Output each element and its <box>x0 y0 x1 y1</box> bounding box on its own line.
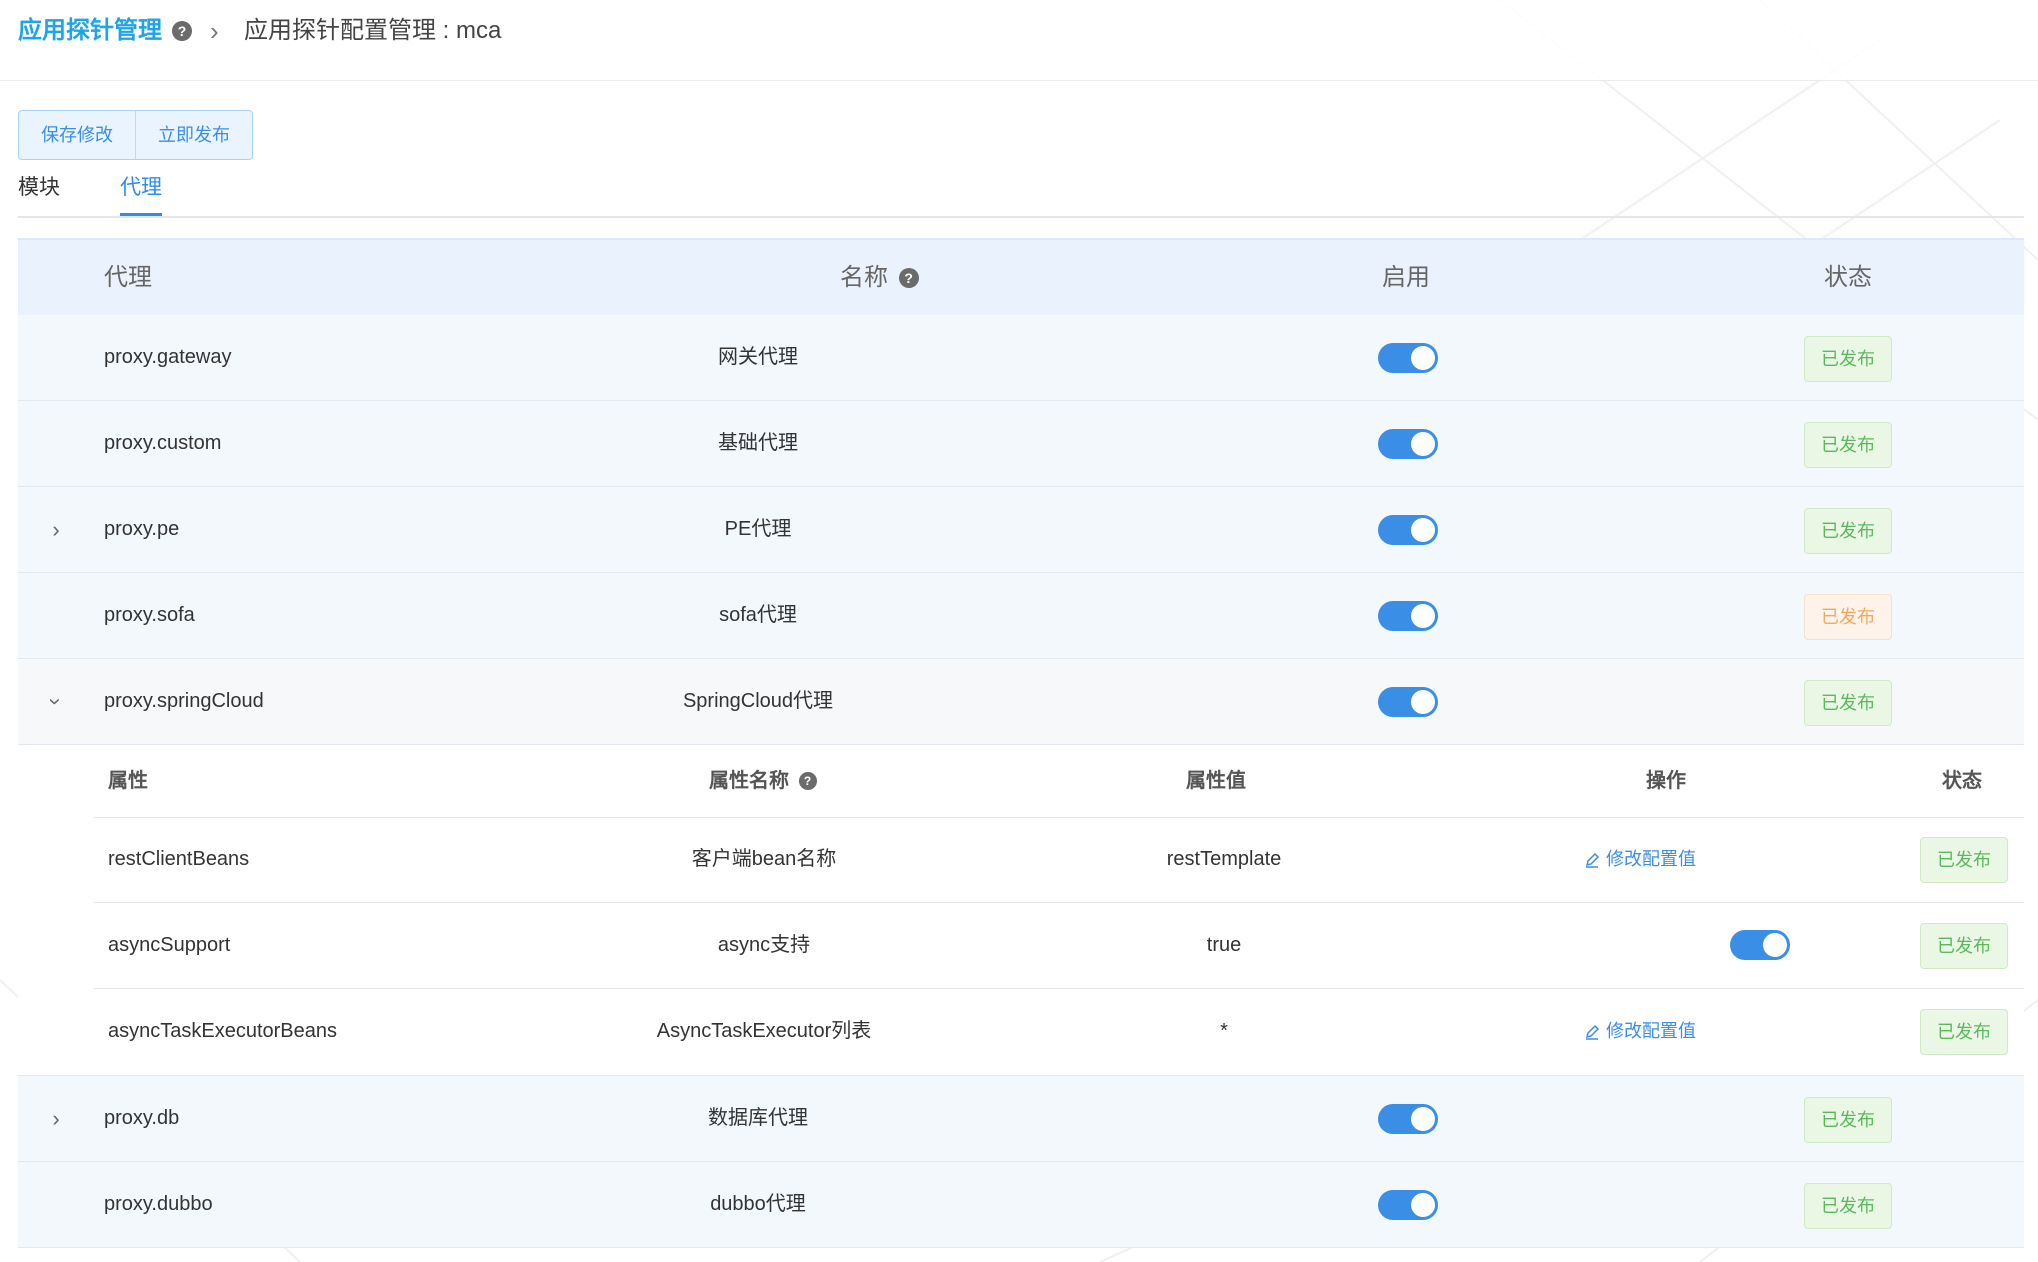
attribute-row: restClientBeans 客户端bean名称 restTemplate 修… <box>94 817 2024 903</box>
table-row[interactable]: proxy.custom 基础代理 已发布 <box>18 401 2024 487</box>
enable-toggle[interactable] <box>1378 343 1438 373</box>
table-row[interactable]: › proxy.pe PE代理 已发布 <box>18 487 2024 573</box>
tab-module[interactable]: 模块 <box>18 172 60 204</box>
save-button[interactable]: 保存修改 <box>19 111 135 159</box>
column-header-operation: 操作 <box>1646 770 1686 792</box>
proxy-key: proxy.custom <box>104 432 222 454</box>
proxy-name: dubbo代理 <box>710 1193 806 1215</box>
attribute-key: restClientBeans <box>108 848 250 870</box>
proxy-key: proxy.db <box>104 1107 180 1129</box>
tab-proxy[interactable]: 代理 <box>120 172 162 216</box>
proxy-name: SpringCloud代理 <box>682 690 834 712</box>
proxy-name: sofa代理 <box>719 604 797 626</box>
async-support-toggle[interactable] <box>1730 930 1790 960</box>
attribute-row: asyncSupport async支持 true 已发布 <box>94 903 2024 989</box>
pencil-icon <box>1585 1025 1600 1040</box>
question-circle-icon[interactable]: ? <box>898 268 919 288</box>
proxy-table: 代理 名称 ? 启用 状态 proxy.gateway 网关代理 已发布 pro… <box>18 238 2024 1248</box>
enable-toggle[interactable] <box>1378 1190 1438 1220</box>
edit-config-link[interactable]: 修改配置值 <box>1584 817 1696 902</box>
pencil-icon <box>1585 853 1600 868</box>
toolbar: 保存修改 立即发布 <box>18 110 253 160</box>
status-badge: 已发布 <box>1804 1183 1892 1229</box>
proxy-key: proxy.sofa <box>104 604 195 626</box>
breadcrumb-current: 应用探针配置管理 : mca <box>244 17 502 44</box>
table-row[interactable]: proxy.dubbo dubbo代理 已发布 <box>18 1162 2024 1248</box>
publish-button[interactable]: 立即发布 <box>135 111 252 159</box>
status-badge: 已发布 <box>1920 837 2008 883</box>
table-row[interactable]: proxy.sofa sofa代理 已发布 <box>18 573 2024 659</box>
column-header-enabled: 启用 <box>1382 264 1430 291</box>
chevron-down-icon[interactable]: › <box>14 692 99 712</box>
edit-config-link[interactable]: 修改配置值 <box>1584 989 1696 1074</box>
status-badge: 已发布 <box>1804 336 1892 382</box>
enable-toggle[interactable] <box>1378 429 1438 459</box>
table-row[interactable]: proxy.gateway 网关代理 已发布 <box>18 315 2024 401</box>
question-circle-icon[interactable]: ? <box>172 21 192 41</box>
enable-toggle[interactable] <box>1378 601 1438 631</box>
proxy-key: proxy.dubbo <box>104 1193 213 1215</box>
column-header-attr-name: 属性名称 ? <box>709 745 817 817</box>
chevron-right-icon: › <box>210 16 219 46</box>
active-tab-indicator <box>120 213 162 216</box>
column-header-sub-status: 状态 <box>1942 770 1982 792</box>
attribute-subtable: 属性 属性名称 ? 属性值 操作 状态 restClientBeans 客户端b… <box>18 745 2024 1076</box>
enable-toggle[interactable] <box>1378 1104 1438 1134</box>
attribute-key: asyncTaskExecutorBeans <box>108 1020 338 1042</box>
attribute-key: asyncSupport <box>108 934 231 956</box>
column-header-attr: 属性 <box>108 770 148 792</box>
proxy-key: proxy.gateway <box>104 346 232 368</box>
status-badge: 已发布 <box>1804 508 1892 554</box>
subtable-header: 属性 属性名称 ? 属性值 操作 状态 <box>94 745 2024 818</box>
column-header-name: 名称 ? <box>840 240 919 315</box>
edit-config-label: 修改配置值 <box>1606 849 1696 869</box>
proxy-name: 数据库代理 <box>708 1107 808 1129</box>
edit-config-label: 修改配置值 <box>1606 1021 1696 1041</box>
status-badge: 已发布 <box>1804 422 1892 468</box>
proxy-name: 基础代理 <box>718 432 798 454</box>
status-badge: 已发布 <box>1920 923 2008 969</box>
proxy-name: PE代理 <box>724 518 792 540</box>
proxy-name: 网关代理 <box>718 346 798 368</box>
status-badge: 已发布 <box>1920 1009 2008 1055</box>
status-badge: 已发布 <box>1804 1097 1892 1143</box>
column-header-name-label: 名称 <box>840 264 888 291</box>
table-header: 代理 名称 ? 启用 状态 <box>18 238 2024 315</box>
attribute-value: restTemplate <box>1166 848 1282 870</box>
table-row[interactable]: › proxy.db 数据库代理 已发布 <box>18 1076 2024 1162</box>
question-circle-icon[interactable]: ? <box>798 772 817 790</box>
column-header-status: 状态 <box>1824 264 1872 291</box>
column-header-value: 属性值 <box>1186 770 1246 792</box>
chevron-right-icon[interactable]: › <box>46 487 66 572</box>
breadcrumb-root-link[interactable]: 应用探针管理 <box>18 14 162 48</box>
table-row[interactable]: › proxy.springCloud SpringCloud代理 已发布 <box>18 659 2024 745</box>
tab-bar: 模块 代理 <box>18 172 2024 218</box>
column-header-attr-name-label: 属性名称 <box>709 770 789 792</box>
page-header: 应用探针管理 ? › 应用探针配置管理 : mca <box>0 0 2038 81</box>
status-badge: 已发布 <box>1804 680 1892 726</box>
attribute-name: 客户端bean名称 <box>691 848 837 870</box>
attribute-row: asyncTaskExecutorBeans AsyncTaskExecutor… <box>94 989 2024 1074</box>
enable-toggle[interactable] <box>1378 687 1438 717</box>
enable-toggle[interactable] <box>1378 515 1438 545</box>
chevron-right-icon[interactable]: › <box>46 1076 66 1161</box>
attribute-name: async支持 <box>717 934 811 956</box>
proxy-key: proxy.pe <box>104 518 180 540</box>
attribute-name: AsyncTaskExecutor列表 <box>656 1020 872 1042</box>
proxy-key: proxy.springCloud <box>104 690 264 712</box>
attribute-value: * <box>1220 1020 1228 1042</box>
status-badge: 已发布 <box>1804 594 1892 640</box>
attribute-value: true <box>1206 934 1242 956</box>
tab-proxy-label: 代理 <box>120 176 162 199</box>
column-header-proxy: 代理 <box>104 264 152 291</box>
